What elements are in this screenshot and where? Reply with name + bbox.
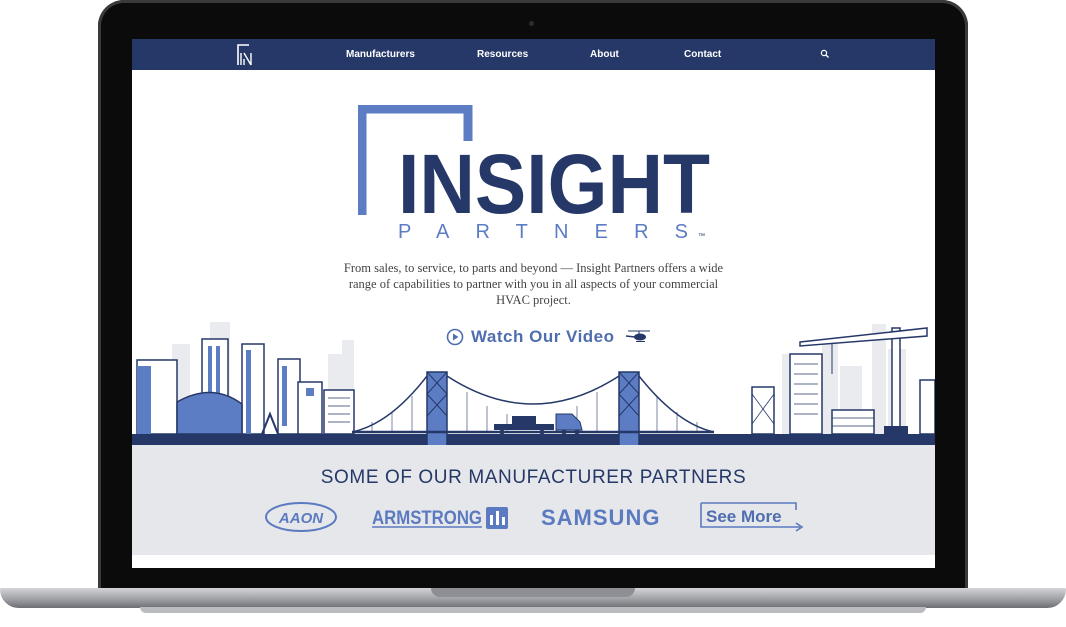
svg-text:AAON: AAON <box>278 510 324 527</box>
logo-trademark: ™ <box>698 233 705 240</box>
samsung-logo[interactable]: SAMSUNG <box>541 505 669 531</box>
nav-contact[interactable]: Contact <box>684 49 721 60</box>
top-navbar: Manufacturers Resources About Contact <box>132 39 935 70</box>
search-icon[interactable] <box>820 49 830 59</box>
city-skyline-illustration <box>132 322 935 446</box>
nav-manufacturers[interactable]: Manufacturers <box>346 49 415 60</box>
see-more-link[interactable]: See More <box>700 502 806 534</box>
brand-logo-icon[interactable] <box>236 43 260 67</box>
armstrong-logo[interactable]: ARMSTRONG <box>372 503 510 531</box>
partners-heading: SOME OF OUR MANUFACTURER PARTNERS <box>320 467 747 488</box>
laptop-hinge-notch <box>431 588 635 597</box>
nav-resources[interactable]: Resources <box>477 49 528 60</box>
hero-tagline: From sales, to service, to parts and bey… <box>343 261 724 307</box>
svg-text:ARMSTRONG: ARMSTRONG <box>372 508 482 529</box>
camera-dot <box>529 21 534 26</box>
laptop-foot <box>140 607 926 613</box>
insight-partners-logo: INSIGHT PARTNERS ™ <box>358 105 710 243</box>
manufacturer-partners-section: SOME OF OUR MANUFACTURER PARTNERS AAON A… <box>132 445 935 555</box>
nav-about[interactable]: About <box>590 49 619 60</box>
see-more-label: See More <box>706 507 782 526</box>
aaon-logo[interactable]: AAON <box>264 501 338 533</box>
website-screen: Manufacturers Resources About Contact IN… <box>132 39 935 568</box>
page-bottom-strip <box>132 555 935 568</box>
logo-wordmark: INSIGHT <box>398 137 710 231</box>
